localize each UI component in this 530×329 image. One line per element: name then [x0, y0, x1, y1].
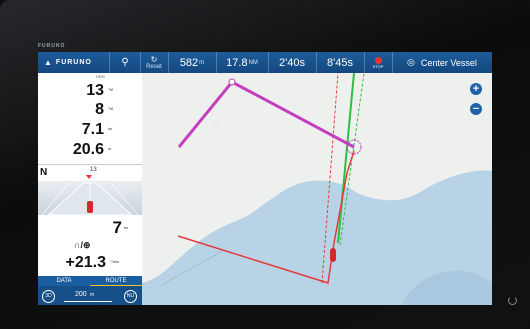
reset-icon: ↻	[150, 54, 158, 64]
chart-canvas: · ·	[142, 72, 492, 305]
compass-strip: N 13	[38, 164, 142, 181]
rot-unit: °/min	[110, 259, 120, 264]
map-label-1: · ·	[214, 121, 218, 126]
stop-icon	[374, 56, 382, 64]
cog-value: 8	[95, 101, 104, 118]
compass-value: 13	[90, 167, 97, 173]
autopilot-mode[interactable]: ∩/⊕	[38, 239, 142, 253]
cog-readout: 8 °M	[38, 101, 142, 119]
zoom-out-button[interactable]: −	[470, 103, 482, 115]
hdg-readout: 13 °M	[38, 79, 142, 101]
chart-map[interactable]: · · + −	[142, 72, 492, 305]
menu-button[interactable]: ▲ FURUNO	[38, 52, 110, 73]
boat-icon: ▲	[44, 58, 52, 67]
location-pin-icon: ⚲	[121, 57, 129, 68]
rot-value: +21.3	[65, 254, 106, 271]
hdg-unit: °M	[108, 87, 113, 92]
power-icon[interactable]	[508, 296, 517, 305]
stop-label: STOP	[372, 63, 384, 69]
scale-line	[64, 301, 112, 302]
rot-readout: +21.3 °/min	[38, 254, 142, 274]
distance-unit: m	[199, 59, 205, 66]
center-vessel-label: Center Vessel	[420, 57, 477, 68]
screen: ▲ FURUNO ⚲ ↻ Reset 582 m 17.8 NM 2'40s 8…	[38, 52, 492, 305]
zoom-in-button[interactable]: +	[470, 83, 482, 95]
steering-graphic	[41, 182, 139, 215]
depth-readout: 20.6 m	[38, 141, 142, 159]
scale-unit: m	[90, 292, 95, 298]
top-bar: ▲ FURUNO ⚲ ↻ Reset 582 m 17.8 NM 2'40s 8…	[38, 52, 492, 73]
scale-bar: 3D 200 m NU	[38, 286, 142, 305]
time2-value: 8'45s	[327, 56, 353, 69]
time-readout-2: 8'45s	[316, 52, 365, 73]
depth-unit: m	[108, 146, 112, 151]
target-icon: ◎	[407, 57, 415, 67]
reset-label: Reset	[146, 63, 162, 70]
scale-value: 200	[75, 291, 87, 298]
range-unit: NM	[248, 59, 258, 66]
heading-marker-icon	[86, 175, 92, 179]
time1-value: 2'40s	[279, 56, 305, 69]
waypoint-1	[228, 78, 236, 86]
distance-readout: 582 m	[168, 52, 217, 73]
range-value: 17.8	[226, 56, 248, 69]
compass-north-label: N	[40, 167, 48, 178]
range-readout: 17.8 NM	[216, 52, 269, 73]
panel-tabs: DATA ROUTE	[38, 276, 142, 286]
stw-unit: kn	[124, 225, 129, 230]
device-brand-label: FURUNO	[38, 43, 66, 49]
north-up-button[interactable]: NU	[124, 290, 137, 303]
stw-value: 7	[112, 218, 122, 237]
sog-unit: kn	[108, 126, 113, 131]
tab-data[interactable]: DATA	[38, 276, 90, 286]
cog-unit: °M	[108, 106, 113, 111]
time-readout-1: 2'40s	[268, 52, 317, 73]
brand-logo: FURUNO	[55, 59, 92, 66]
stop-button[interactable]: STOP	[364, 52, 393, 73]
hdg-value: 13	[86, 82, 104, 99]
steering-view	[38, 181, 142, 215]
vessel-icon	[330, 248, 336, 262]
sog-value: 7.1	[81, 121, 104, 138]
data-panel: HDG 13 °M 8 °M 7.1 kn 20.6 m N 13 7 kn ∩…	[38, 73, 143, 305]
stw-readout: 7 kn	[38, 218, 142, 238]
sog-readout: 7.1 kn	[38, 121, 142, 139]
distance-value: 582	[179, 56, 199, 69]
autopilot-mode-label: ∩/⊕	[74, 240, 91, 250]
view-3d-button[interactable]: 3D	[42, 290, 55, 303]
center-vessel-button[interactable]: ◎ Center Vessel	[392, 52, 492, 73]
depth-value: 20.6	[72, 141, 104, 158]
tab-route[interactable]: ROUTE	[90, 276, 142, 286]
reset-button[interactable]: ↻ Reset	[140, 52, 169, 73]
location-button[interactable]: ⚲	[110, 52, 141, 73]
